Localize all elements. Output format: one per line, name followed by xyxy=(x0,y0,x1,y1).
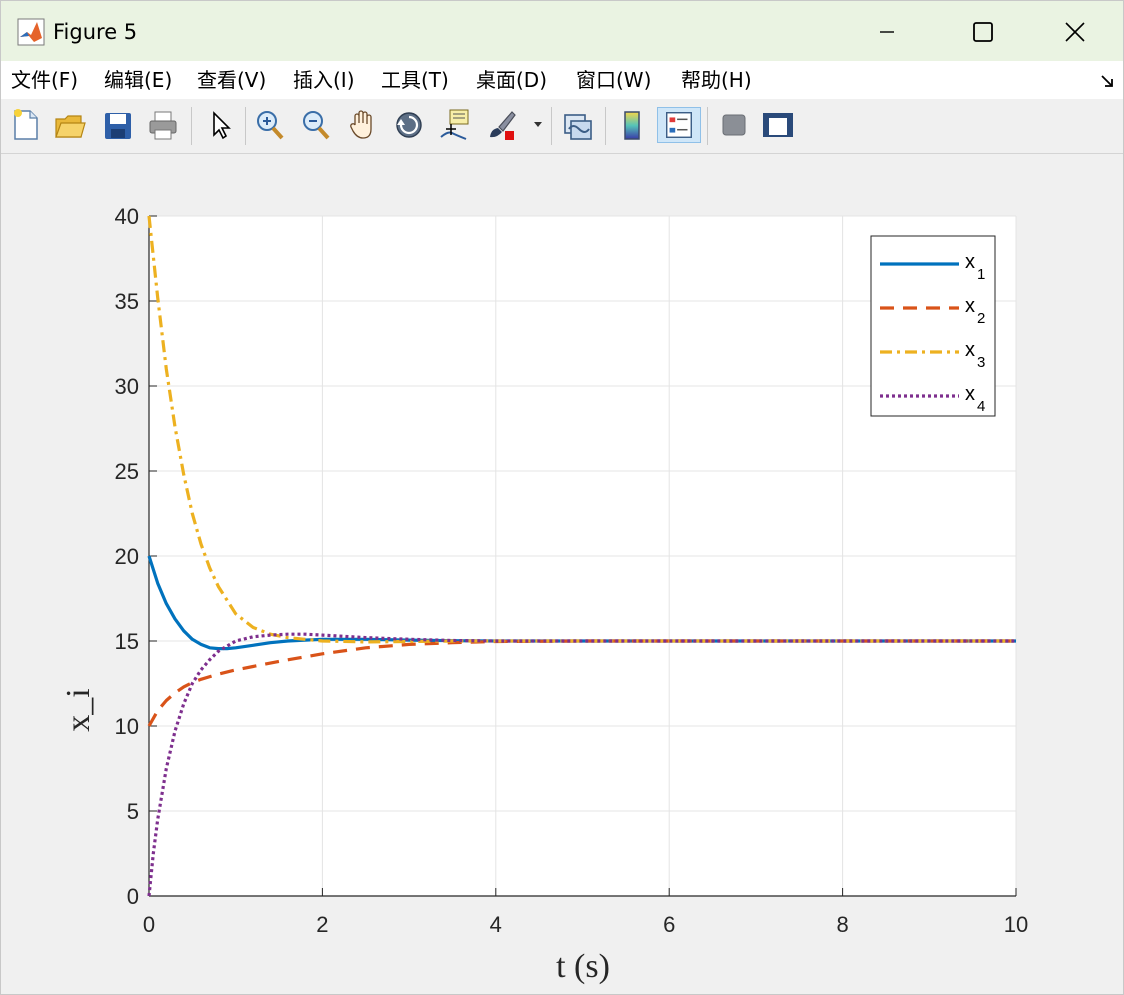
y-tick-label: 20 xyxy=(115,544,139,569)
x-tick-label: 8 xyxy=(836,912,848,937)
legend-label-subscript: 1 xyxy=(977,266,985,283)
show-plot-tools-icon[interactable] xyxy=(761,107,795,143)
legend-label: x xyxy=(965,251,975,273)
menu-tools[interactable]: 工具(T) xyxy=(381,66,449,94)
zoom-in-icon[interactable] xyxy=(253,107,287,143)
y-tick-label: 30 xyxy=(115,374,139,399)
x-tick-label: 10 xyxy=(1004,912,1028,937)
menu-window[interactable]: 窗口(W) xyxy=(576,66,651,94)
colorbar-icon[interactable] xyxy=(615,107,649,143)
legend-label-subscript: 3 xyxy=(977,354,985,371)
y-tick-label: 40 xyxy=(115,204,139,229)
toolbar-separator xyxy=(191,107,192,145)
toolbar-separator xyxy=(605,107,606,145)
figure-canvas: 0 2 4 6 8 10 0 5 10 15 20 25 30 35 40 x_i t (s) x1x2x3… xyxy=(1,154,1123,994)
maximize-icon[interactable] xyxy=(966,15,1000,49)
figure-toolbar xyxy=(1,99,1123,154)
legend-icon[interactable] xyxy=(657,107,701,143)
toolbar-separator xyxy=(551,107,552,145)
title-bar[interactable]: Figure 5 xyxy=(1,1,1123,61)
zoom-out-icon[interactable] xyxy=(299,107,333,143)
legend-label-subscript: 4 xyxy=(977,398,985,415)
data-cursor-icon[interactable] xyxy=(438,107,472,143)
y-tick-label: 0 xyxy=(127,884,139,909)
y-tick-label: 10 xyxy=(115,714,139,739)
hide-plot-tools-icon[interactable] xyxy=(717,107,751,143)
figure-window: Figure 5 文件(F) 编辑(E) 查看(V) 插入(I) 工具(T) 桌… xyxy=(0,0,1124,995)
y-axis-label: x_i xyxy=(60,688,97,731)
new-figure-icon[interactable] xyxy=(9,107,43,143)
pan-hand-icon[interactable] xyxy=(346,107,380,143)
menu-file[interactable]: 文件(F) xyxy=(11,66,78,94)
x-tick-label: 4 xyxy=(490,912,502,937)
close-icon[interactable] xyxy=(1058,15,1092,49)
menu-desktop[interactable]: 桌面(D) xyxy=(476,66,547,94)
legend-label: x xyxy=(965,295,975,317)
legend-label: x xyxy=(965,383,975,405)
x-tick-label: 0 xyxy=(143,912,155,937)
x-tick-label: 6 xyxy=(663,912,675,937)
x-tick-label: 2 xyxy=(316,912,328,937)
chevron-down-icon[interactable] xyxy=(531,117,545,131)
legend[interactable]: x1x2x3x4 xyxy=(870,235,996,417)
legend-label-subscript: 2 xyxy=(977,310,985,327)
menu-help[interactable]: 帮助(H) xyxy=(681,66,752,94)
menu-bar: 文件(F) 编辑(E) 查看(V) 插入(I) 工具(T) 桌面(D) 窗口(W… xyxy=(1,61,1123,99)
toolbar-separator xyxy=(707,107,708,145)
toolbar-separator xyxy=(245,107,246,145)
window-title: Figure 5 xyxy=(53,20,138,44)
link-plot-icon[interactable] xyxy=(561,107,595,143)
dock-arrow-icon[interactable] xyxy=(1099,72,1117,90)
brush-icon[interactable] xyxy=(485,107,519,143)
open-file-icon[interactable] xyxy=(53,107,87,143)
minimize-icon[interactable] xyxy=(870,15,904,49)
y-tick-label: 5 xyxy=(127,799,139,824)
y-tick-label: 25 xyxy=(115,459,139,484)
y-tick-label: 15 xyxy=(115,629,139,654)
save-icon[interactable] xyxy=(101,107,135,143)
rotate-3d-icon[interactable] xyxy=(391,107,425,143)
y-tick-label: 35 xyxy=(115,289,139,314)
menu-view[interactable]: 查看(V) xyxy=(197,66,266,94)
print-icon[interactable] xyxy=(146,107,180,143)
x-axis-label: t (s) xyxy=(556,948,610,985)
legend-label: x xyxy=(965,339,975,361)
line-chart[interactable]: 0 2 4 6 8 100510152025303540 x_i t (s) x1x2x3… xyxy=(1,154,1123,994)
select-pointer-icon[interactable] xyxy=(203,107,237,143)
menu-insert[interactable]: 插入(I) xyxy=(293,66,355,94)
matlab-logo-icon xyxy=(17,18,45,46)
menu-edit[interactable]: 编辑(E) xyxy=(104,66,172,94)
